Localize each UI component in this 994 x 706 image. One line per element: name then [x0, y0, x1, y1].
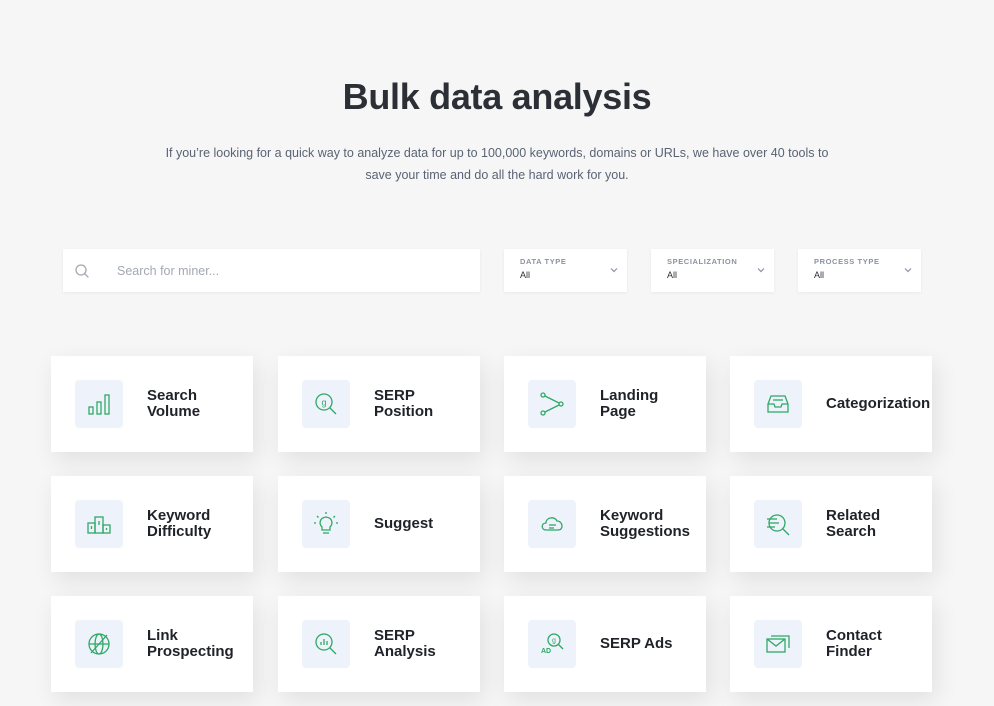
svg-text:AD: AD [541, 648, 551, 655]
tool-card-contact-finder[interactable]: Contact Finder [730, 596, 932, 692]
ad-search-icon: g AD [541, 633, 564, 655]
tool-card-serp-ads[interactable]: g AD SERP Ads [504, 596, 706, 692]
mail-icon [766, 635, 790, 653]
tool-card-categorization[interactable]: Categorization [730, 356, 932, 452]
svg-text:g: g [552, 638, 556, 645]
tool-card-landing-page[interactable]: Landing Page [504, 356, 706, 452]
tool-label: SERP Ads [600, 635, 673, 652]
tool-card-link-prospecting[interactable]: Link Prospecting [51, 596, 253, 692]
data-type-dropdown[interactable]: DATA TYPE All [504, 249, 627, 292]
text-search-icon [767, 514, 790, 536]
tool-label: Categorization [826, 395, 931, 412]
chevron-down-icon [757, 268, 765, 273]
process-type-dropdown[interactable]: PROCESS TYPE All [798, 249, 921, 292]
podium-icon [87, 516, 111, 534]
page-subtitle: If you’re looking for a quick way to ana… [165, 146, 829, 182]
tool-label: Search Volume [147, 387, 201, 420]
tool-label: Related Search [826, 507, 881, 540]
bar-chart-icon [88, 394, 110, 415]
tool-label: SERP Analysis [374, 627, 436, 660]
tool-card-suggest[interactable]: Suggest [278, 476, 480, 572]
tool-label: Keyword Difficulty [147, 507, 212, 540]
search-icon [75, 263, 89, 278]
filter-value: All [520, 270, 531, 280]
tool-card-keyword-difficulty[interactable]: Keyword Difficulty [51, 476, 253, 572]
filter-value: All [667, 270, 678, 280]
tool-label: Link Prospecting [147, 627, 234, 660]
chevron-down-icon [610, 268, 618, 273]
tool-card-search-volume[interactable]: Search Volume [51, 356, 253, 452]
filter-label: DATA TYPE [520, 257, 567, 266]
tool-card-related-search[interactable]: Related Search [730, 476, 932, 572]
tool-label: Landing Page [600, 387, 659, 420]
filter-label: SPECIALIZATION [667, 257, 738, 266]
globe-link-icon [88, 633, 110, 655]
tool-card-serp-analysis[interactable]: SERP Analysis [278, 596, 480, 692]
tool-label: Contact Finder [826, 627, 882, 660]
google-search-icon: g [315, 393, 337, 415]
chart-search-icon [315, 633, 337, 655]
tool-label: Suggest [374, 515, 434, 532]
tool-label: Keyword Suggestions [600, 507, 691, 540]
filter-label: PROCESS TYPE [814, 257, 880, 266]
page-title: Bulk data analysis [342, 76, 652, 117]
search-bar[interactable] [63, 249, 480, 292]
svg-text:g: g [321, 398, 326, 408]
tool-card-keyword-suggestions[interactable]: Keyword Suggestions [504, 476, 706, 572]
specialization-dropdown[interactable]: SPECIALIZATION All [651, 249, 774, 292]
chevron-down-icon [904, 268, 912, 273]
cloud-text-icon [541, 517, 563, 531]
inbox-tray-icon [767, 395, 789, 413]
search-input[interactable] [115, 262, 459, 279]
tool-card-serp-position[interactable]: g SERP Position [278, 356, 480, 452]
lightbulb-icon [314, 512, 338, 534]
share-icon [540, 392, 564, 416]
tool-label: SERP Position [374, 387, 434, 420]
filter-value: All [814, 270, 825, 280]
